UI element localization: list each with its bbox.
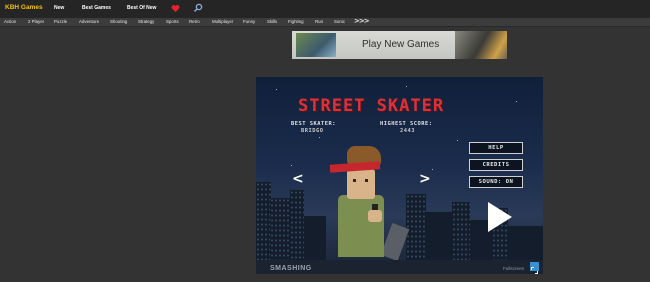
- category-funny[interactable]: Funny: [243, 19, 255, 24]
- game-title: STREET SKATER: [298, 96, 445, 116]
- category-bar: Action 2 Player Puzzle Adventure Shootin…: [0, 17, 650, 27]
- category-skills[interactable]: Skills: [267, 19, 277, 24]
- skateboard: [380, 222, 410, 262]
- building: [406, 194, 426, 260]
- next-character-arrow[interactable]: >: [419, 171, 431, 187]
- sound-toggle-button[interactable]: SOUND: ON: [469, 176, 523, 188]
- category-shooting[interactable]: Shooting: [110, 19, 127, 24]
- category-fighting[interactable]: Fighting: [288, 19, 304, 24]
- category-action[interactable]: Action: [4, 19, 16, 24]
- fullscreen-label[interactable]: Fullscreen: [503, 266, 524, 271]
- character-hand: [368, 210, 382, 222]
- building: [270, 198, 290, 260]
- category-puzzle[interactable]: Puzzle: [54, 19, 67, 24]
- nav-link-best-games[interactable]: Best Games: [82, 5, 111, 11]
- category-adventure[interactable]: Adventure: [79, 19, 99, 24]
- category-strategy[interactable]: Strategy: [138, 19, 154, 24]
- category-2-player[interactable]: 2 Player: [28, 19, 44, 24]
- best-skater-label: BEST SKATER:: [291, 121, 336, 127]
- site-logo[interactable]: KBH Games: [5, 4, 43, 11]
- highest-score-value: 2443: [400, 128, 415, 134]
- category-sonic[interactable]: Sonic: [334, 19, 345, 24]
- nav-link-best-of-new[interactable]: Best Of New: [127, 5, 156, 11]
- highest-score-label: HIGHEST SCORE:: [380, 121, 433, 127]
- banner-image-left: [296, 33, 336, 57]
- building: [304, 216, 326, 260]
- fullscreen-icon[interactable]: [530, 262, 539, 274]
- building: [256, 182, 271, 260]
- prev-character-arrow[interactable]: <: [292, 171, 304, 187]
- category-retro[interactable]: Retro: [189, 19, 200, 24]
- top-nav-bar: KBH Games New Best Games Best Of New: [0, 0, 650, 18]
- heart-icon[interactable]: [171, 4, 180, 13]
- banner-text: Play New Games: [362, 39, 440, 50]
- credits-button[interactable]: CREDITS: [469, 159, 523, 171]
- character-face: [347, 169, 375, 199]
- category-run[interactable]: Run: [315, 19, 323, 24]
- search-icon[interactable]: [193, 3, 203, 13]
- best-skater-value: BRIDGO: [301, 128, 324, 134]
- nav-link-new[interactable]: New: [54, 5, 64, 11]
- help-button[interactable]: HELP: [469, 142, 523, 154]
- category-multiplayer[interactable]: Multiplayer: [212, 19, 233, 24]
- category-sports[interactable]: Sports: [166, 19, 179, 24]
- building: [508, 226, 543, 260]
- play-new-games-banner[interactable]: Play New Games: [292, 31, 507, 59]
- building: [426, 212, 452, 260]
- building: [452, 202, 470, 260]
- publisher-logo: SMASHING: [270, 265, 312, 272]
- banner-image-right: [455, 31, 507, 59]
- game-frame[interactable]: STREET SKATER BEST SKATER: BRIDGO HIGHES…: [256, 77, 543, 274]
- play-icon[interactable]: [488, 202, 512, 232]
- more-categories-icon[interactable]: >>>: [354, 17, 370, 25]
- building: [290, 190, 304, 260]
